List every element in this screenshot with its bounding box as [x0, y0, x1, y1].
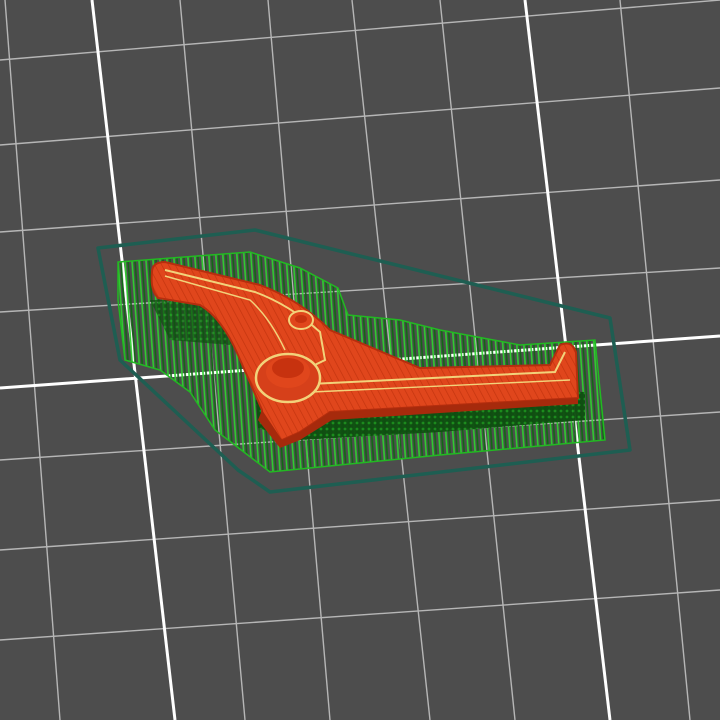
- slicer-3d-viewport[interactable]: [0, 0, 720, 720]
- build-plate-scene[interactable]: [0, 0, 720, 720]
